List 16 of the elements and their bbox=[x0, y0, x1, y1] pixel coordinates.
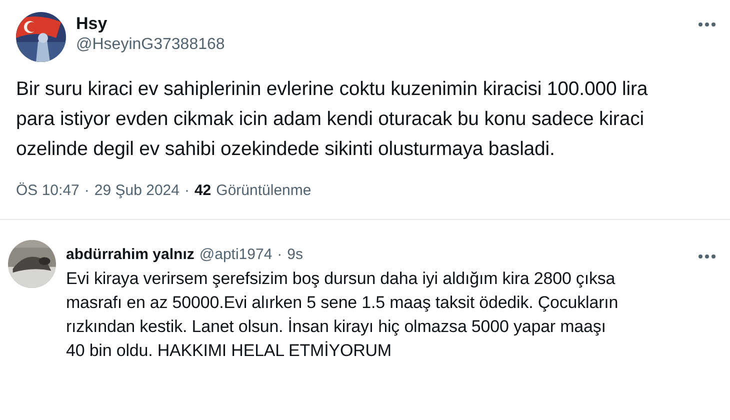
author-name[interactable]: Hsy bbox=[76, 14, 688, 34]
post-time[interactable]: ÖS 10:47 bbox=[16, 182, 80, 199]
views-label: Görüntülenme bbox=[216, 182, 312, 199]
view-count: 42 bbox=[194, 182, 212, 199]
author-handle[interactable]: @HseyinG37388168 bbox=[76, 36, 688, 54]
more-icon[interactable] bbox=[698, 22, 716, 27]
separator-dot: · bbox=[277, 246, 282, 263]
post-text: Bir suru kiraci ev sahiplerinin evlerine coktu kuzenimin kiracisi 100.000 lira para istiyor evden cikmak icin adam kendi oturacak bu konu sadece kiraci ozelinde degil ev sahibi ozekindede sikinti olusturmaya basladi. bbox=[16, 77, 649, 162]
reply-author-name[interactable]: abdürrahim yalnız bbox=[66, 246, 194, 263]
more-icon[interactable] bbox=[698, 254, 716, 259]
separator-dot: · bbox=[184, 182, 190, 199]
reply-author-handle[interactable]: @apti1974 bbox=[199, 246, 272, 263]
post-date[interactable]: 29 Şub 2024 bbox=[94, 182, 180, 199]
separator-dot: · bbox=[84, 182, 90, 199]
reply-text: Evi kiraya verirsem şerefsizim boş dursun daha iyi aldığım kira 2800 çıksa masrafı en az 50000.Evi alırken 5 sene 1.5 maaş taksit ödedik. Çocukların rızkından kestik. Lanet olsun. İnsan kirayı hiç olmazsa 5000 yapar maaşı 40 bin oldu. HAKKIMI HELAL ETMİYORUM bbox=[66, 268, 620, 362]
reply-age[interactable]: 9s bbox=[287, 246, 303, 263]
